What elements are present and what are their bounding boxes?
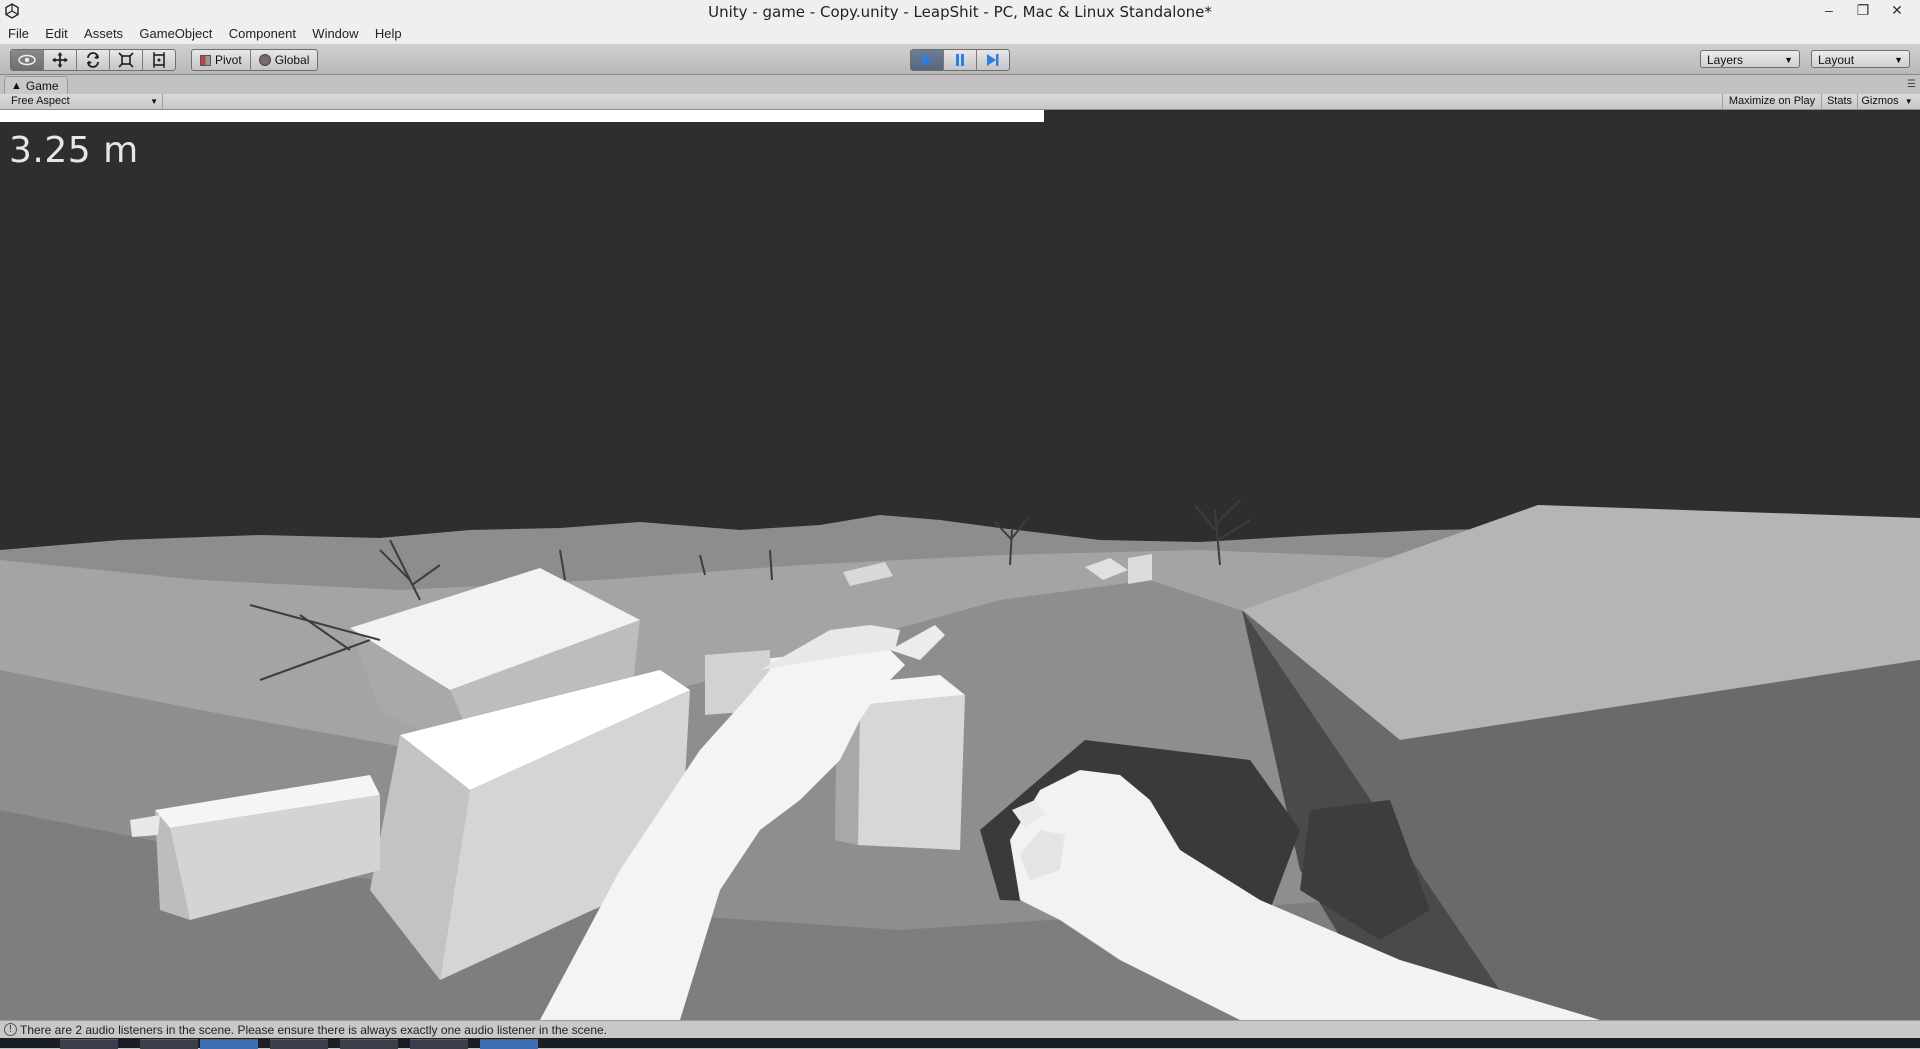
- minimize-icon[interactable]: –: [1812, 0, 1846, 22]
- status-bar[interactable]: ! There are 2 audio listeners in the sce…: [0, 1020, 1920, 1039]
- menu-window[interactable]: Window: [312, 24, 358, 44]
- globe-icon: [258, 54, 271, 66]
- progress-bar-fill: [0, 110, 1045, 122]
- menu-edit[interactable]: Edit: [45, 24, 67, 44]
- pivot-toggle[interactable]: Pivot: [192, 50, 251, 70]
- gizmos-dropdown[interactable]: Gizmos ▼: [1857, 94, 1916, 109]
- move-icon[interactable]: [44, 50, 77, 70]
- layout-dropdown[interactable]: Layout ▼: [1811, 50, 1910, 68]
- tab-game-label: Game: [25, 79, 59, 93]
- play-icon[interactable]: [911, 50, 944, 70]
- window-title: Unity - game - Copy.unity - LeapShit - P…: [708, 3, 1212, 21]
- hand-eye-icon[interactable]: [11, 50, 44, 70]
- tab-menu-icon[interactable]: ☰: [1907, 79, 1916, 90]
- game-view-toolbar: Free Aspect ▼ Maximize on Play Stats Giz…: [0, 94, 1920, 110]
- aspect-dropdown[interactable]: Free Aspect ▼: [5, 94, 163, 109]
- stats-toggle[interactable]: Stats: [1821, 94, 1857, 109]
- menu-bar: File Edit Assets GameObject Component Wi…: [0, 24, 1920, 44]
- pivot-global-toggles: Pivot Global: [191, 49, 319, 71]
- aspect-label: Free Aspect: [11, 95, 70, 107]
- game-tab-bar: ▲ Game ☰: [0, 75, 1920, 95]
- progress-bar: [0, 110, 1920, 122]
- global-toggle[interactable]: Global: [251, 50, 318, 70]
- pivot-icon: [200, 54, 211, 66]
- play-controls: [910, 49, 1010, 71]
- layers-label: Layers: [1707, 53, 1744, 67]
- menu-component[interactable]: Component: [229, 24, 296, 44]
- info-icon: !: [4, 1023, 17, 1036]
- gizmos-label: Gizmos: [1861, 95, 1899, 107]
- maximize-on-play-toggle[interactable]: Maximize on Play: [1722, 94, 1821, 109]
- distance-readout: 3.25 m: [9, 130, 139, 171]
- restore-icon[interactable]: ❐: [1846, 0, 1880, 22]
- layers-dropdown[interactable]: Layers ▼: [1700, 50, 1800, 68]
- game-viewport[interactable]: 3.25 m: [0, 110, 1920, 1020]
- status-message: There are 2 audio listeners in the scene…: [20, 1023, 608, 1037]
- step-icon[interactable]: [977, 50, 1009, 70]
- global-label: Global: [274, 53, 310, 67]
- close-icon[interactable]: ✕: [1880, 0, 1914, 22]
- transform-tools: [10, 49, 176, 71]
- chevron-down-icon: ▼: [1894, 55, 1903, 65]
- rotate-icon[interactable]: [77, 50, 110, 70]
- os-taskbar: [0, 1038, 1920, 1049]
- menu-help[interactable]: Help: [375, 24, 402, 44]
- menu-assets[interactable]: Assets: [84, 24, 123, 44]
- menu-gameobject[interactable]: GameObject: [139, 24, 212, 44]
- chevron-down-icon: ▼: [1784, 55, 1793, 65]
- layout-label: Layout: [1818, 53, 1855, 67]
- window-title-bar: Unity - game - Copy.unity - LeapShit - P…: [0, 0, 1920, 25]
- menu-file[interactable]: File: [8, 24, 29, 44]
- rect-icon[interactable]: [143, 50, 175, 70]
- game-controller-icon: ▲: [11, 80, 22, 92]
- chevron-down-icon: ▼: [1904, 97, 1913, 106]
- tab-game[interactable]: ▲ Game: [4, 76, 68, 95]
- pivot-label: Pivot: [215, 53, 242, 67]
- scale-icon[interactable]: [110, 50, 143, 70]
- game-scene-render: [0, 499, 1920, 1020]
- chevron-down-icon: ▼: [150, 97, 158, 106]
- pause-icon[interactable]: [944, 50, 977, 70]
- main-toolbar: Pivot Global Layers ▼ Layout ▼: [0, 44, 1920, 75]
